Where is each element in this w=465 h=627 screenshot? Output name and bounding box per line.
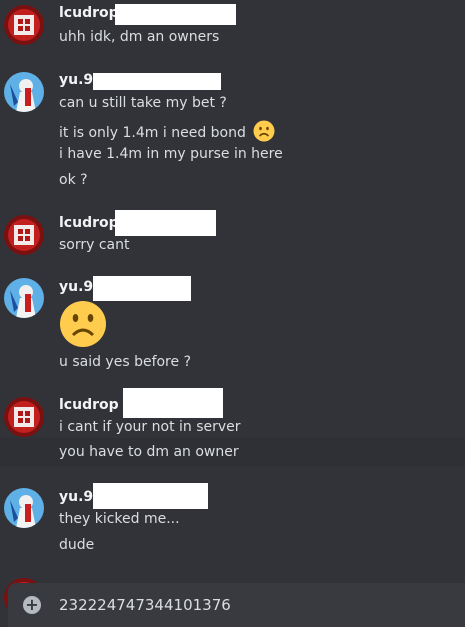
username[interactable]: lcudrop [59,397,119,413]
message-text: can u still take my bet ? [59,95,227,111]
avatar-yu9[interactable] [4,72,44,112]
message-group: yu.9 they kicked me... dude [0,476,465,561]
message-group: yu.9 u said yes before ? [0,270,465,380]
avatar-lcudrop[interactable] [4,5,44,45]
username[interactable]: lcudrop [59,5,119,21]
message-text: dude [59,537,95,553]
avatar-yu9[interactable] [4,278,44,318]
message-text: i have 1.4m in my purse in here [59,146,283,162]
message-group: lcudrop sorry cant [0,205,465,265]
message-group: lcudrop uhh idk, dm an owners [0,0,465,60]
redaction-box [93,276,191,301]
message-text: it is only 1.4m i need bond [59,120,275,146]
redaction-box [93,483,208,509]
redaction-box [115,210,216,236]
redaction-box [123,388,223,418]
message-composer[interactable]: + 232224747344101376 [8,583,465,627]
avatar-yu9[interactable] [4,488,44,528]
avatar-lcudrop[interactable] [4,397,44,437]
username[interactable]: yu.9 [59,489,93,505]
plus-circle-icon[interactable]: + [23,596,41,614]
message-text-content: it is only 1.4m i need bond [59,125,246,141]
message-group: lcudrop i cant if your not in server you… [0,385,465,470]
message-text: sorry cant [59,237,130,253]
username[interactable]: lcudrop [59,215,119,231]
avatar-lcudrop[interactable] [4,215,44,255]
message-text: you have to dm an owner [59,444,239,460]
message-text: i cant if your not in server [59,419,241,435]
username[interactable]: yu.9 [59,72,93,88]
message-input[interactable]: 232224747344101376 [59,596,231,614]
frowning-face-icon [253,120,275,146]
message-text: u said yes before ? [59,354,192,370]
redaction-box [115,4,236,25]
message-group: yu.9 can u still take my bet ? it is onl… [0,60,465,200]
username[interactable]: yu.9 [59,279,93,295]
redaction-box [93,73,221,90]
message-text: ok ? [59,172,88,188]
message-text: they kicked me... [59,511,180,527]
large-frowning-face-icon [59,300,107,352]
message-text: uhh idk, dm an owners [59,29,220,45]
